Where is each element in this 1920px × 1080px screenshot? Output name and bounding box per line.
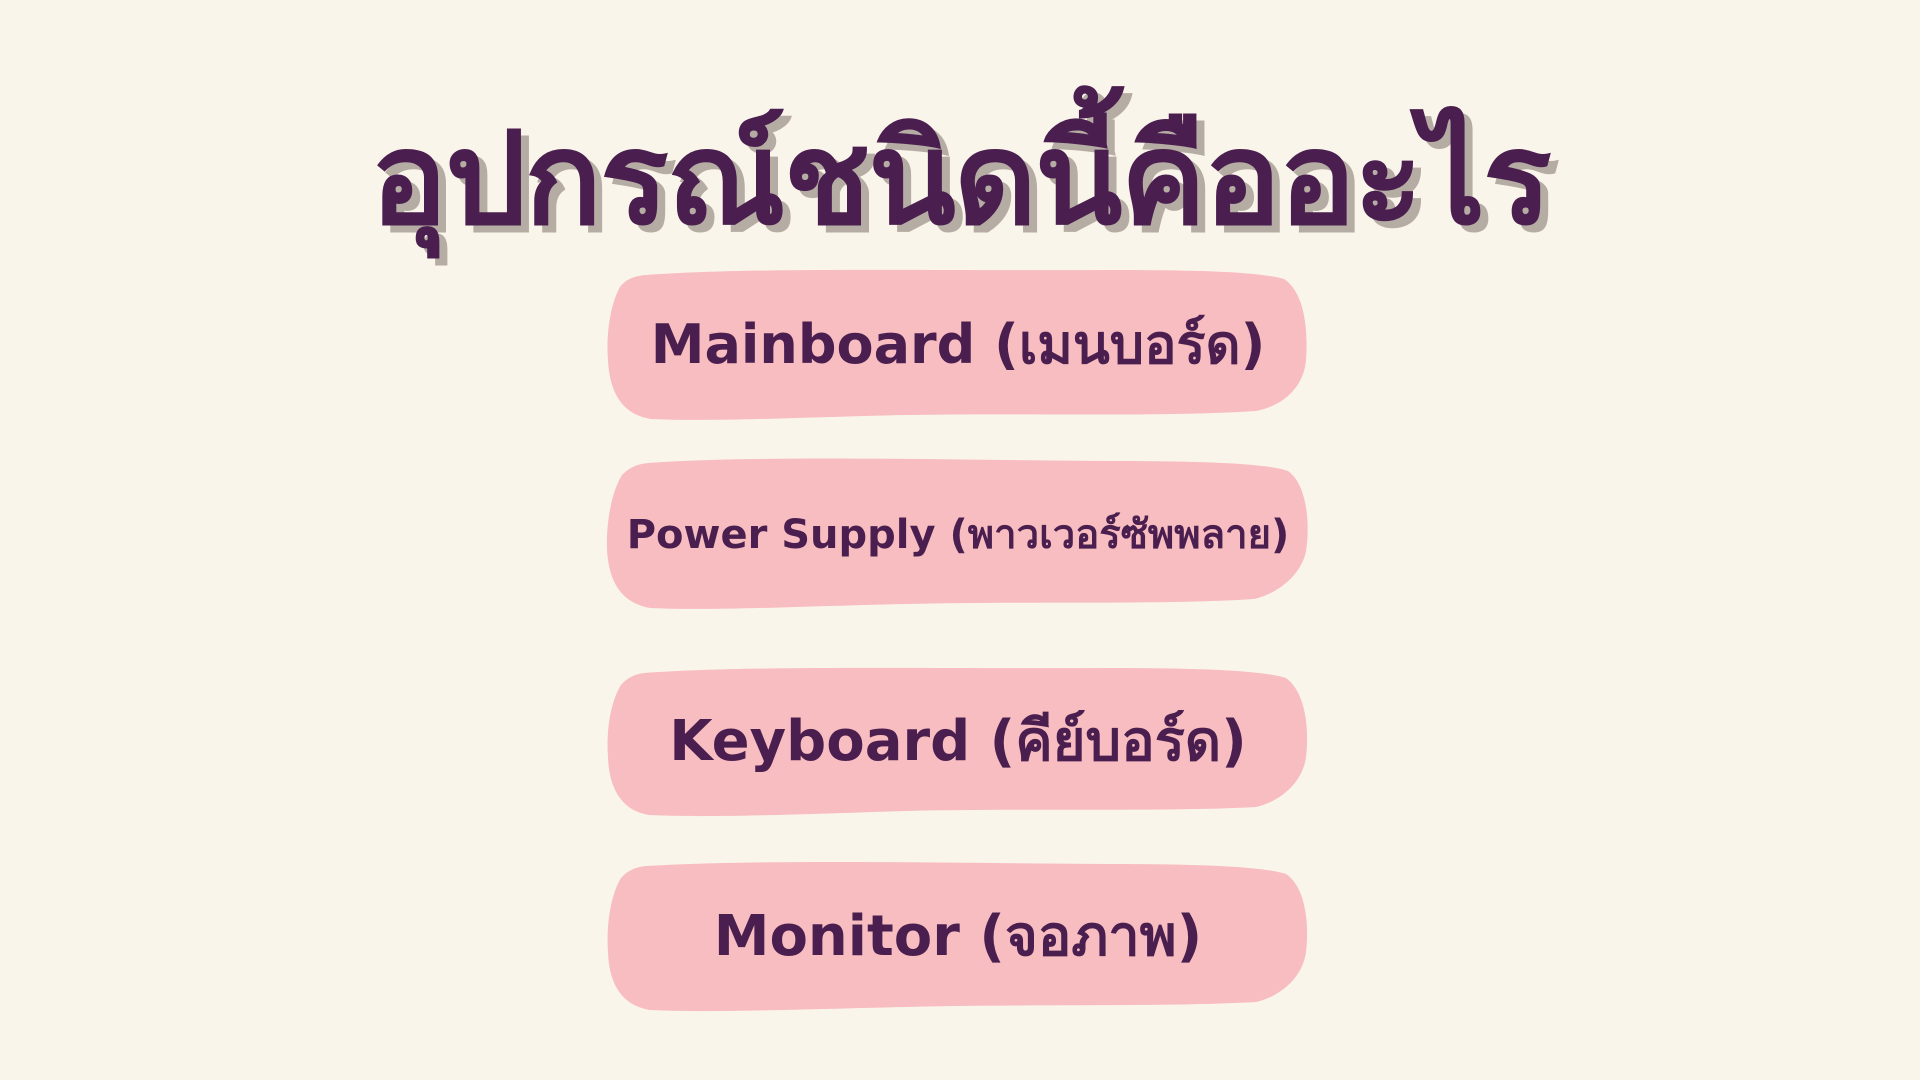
option-power-supply-button[interactable]: Power Supply (พาวเวอร์ซัพพลาย)	[606, 455, 1310, 613]
option-keyboard-button[interactable]: Keyboard (คีย์บอร์ด)	[606, 661, 1310, 819]
option-mainboard-button[interactable]: Mainboard (เมนบอร์ด)	[606, 265, 1310, 423]
option-label: Mainboard (เมนบอร์ด)	[650, 313, 1266, 376]
option-label: Monitor (จอภาพ)	[713, 903, 1203, 969]
option-label: Keyboard (คีย์บอร์ด)	[669, 708, 1247, 774]
option-monitor-button[interactable]: Monitor (จอภาพ)	[606, 856, 1310, 1014]
question-title: อุปกรณ์ชนิดนี้คืออะไร	[370, 105, 1551, 254]
option-label: Power Supply (พาวเวอร์ซัพพลาย)	[626, 512, 1290, 558]
